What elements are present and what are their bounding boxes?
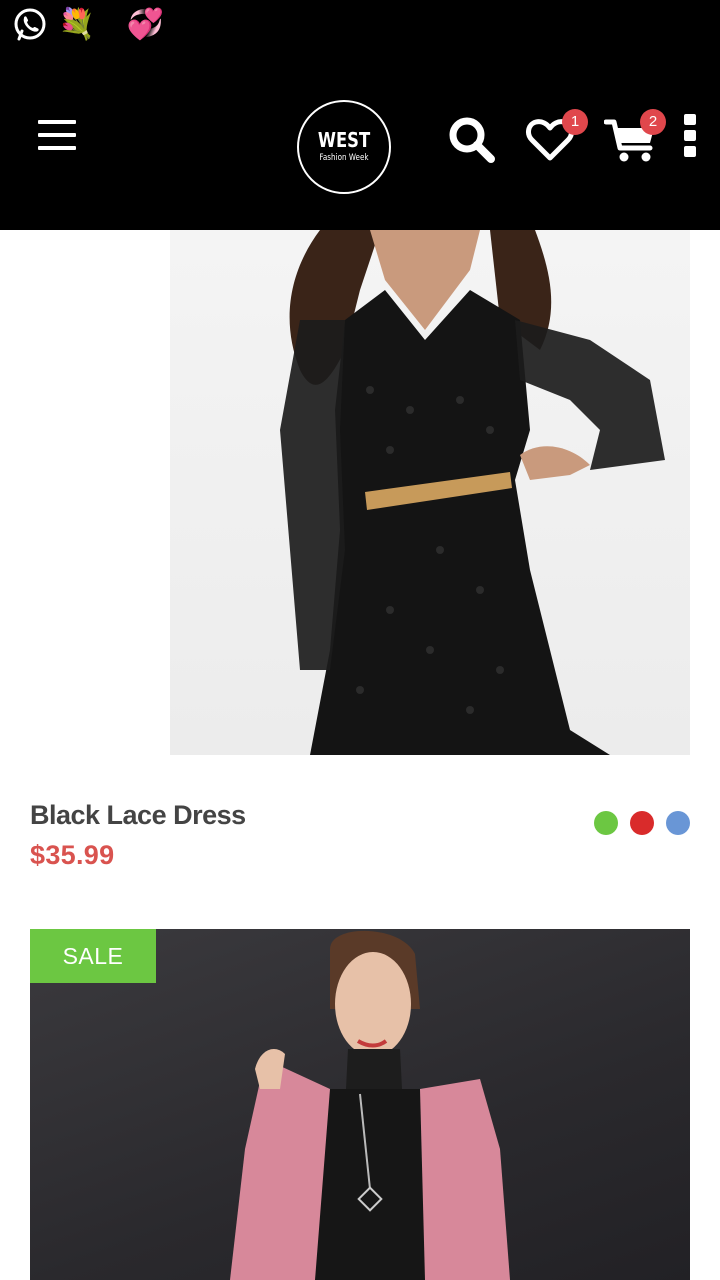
status-bar: 💐😘💞: [0, 0, 720, 52]
black-lace-dress-photo: [280, 230, 665, 755]
product-image[interactable]: [170, 230, 690, 755]
cart-button[interactable]: 2: [604, 109, 666, 166]
search-button[interactable]: [446, 114, 498, 166]
sale-badge: SALE: [30, 929, 156, 983]
notification-emojis: 💐😘💞: [58, 7, 164, 42]
product-title[interactable]: Black Lace Dress: [30, 800, 246, 831]
wishlist-button[interactable]: 1: [524, 109, 588, 166]
brand-logo[interactable]: WEST Fashion Week: [297, 100, 391, 194]
cart-count-badge: 2: [640, 109, 666, 135]
color-swatch-blue[interactable]: [666, 811, 690, 835]
whatsapp-icon: [14, 8, 46, 41]
logo-subtitle: Fashion Week: [319, 153, 369, 163]
color-swatch-red[interactable]: [630, 811, 654, 835]
app-header: WEST Fashion Week 1 2: [0, 52, 720, 230]
product-price: $35.99: [30, 840, 115, 870]
more-vertical-icon: [684, 114, 696, 157]
hamburger-menu-icon[interactable]: [38, 118, 76, 152]
search-icon: [449, 117, 495, 163]
logo-title: WEST: [317, 128, 371, 152]
wishlist-count-badge: 1: [562, 109, 588, 135]
more-options-button[interactable]: [680, 114, 700, 158]
color-swatch-green[interactable]: [594, 811, 618, 835]
